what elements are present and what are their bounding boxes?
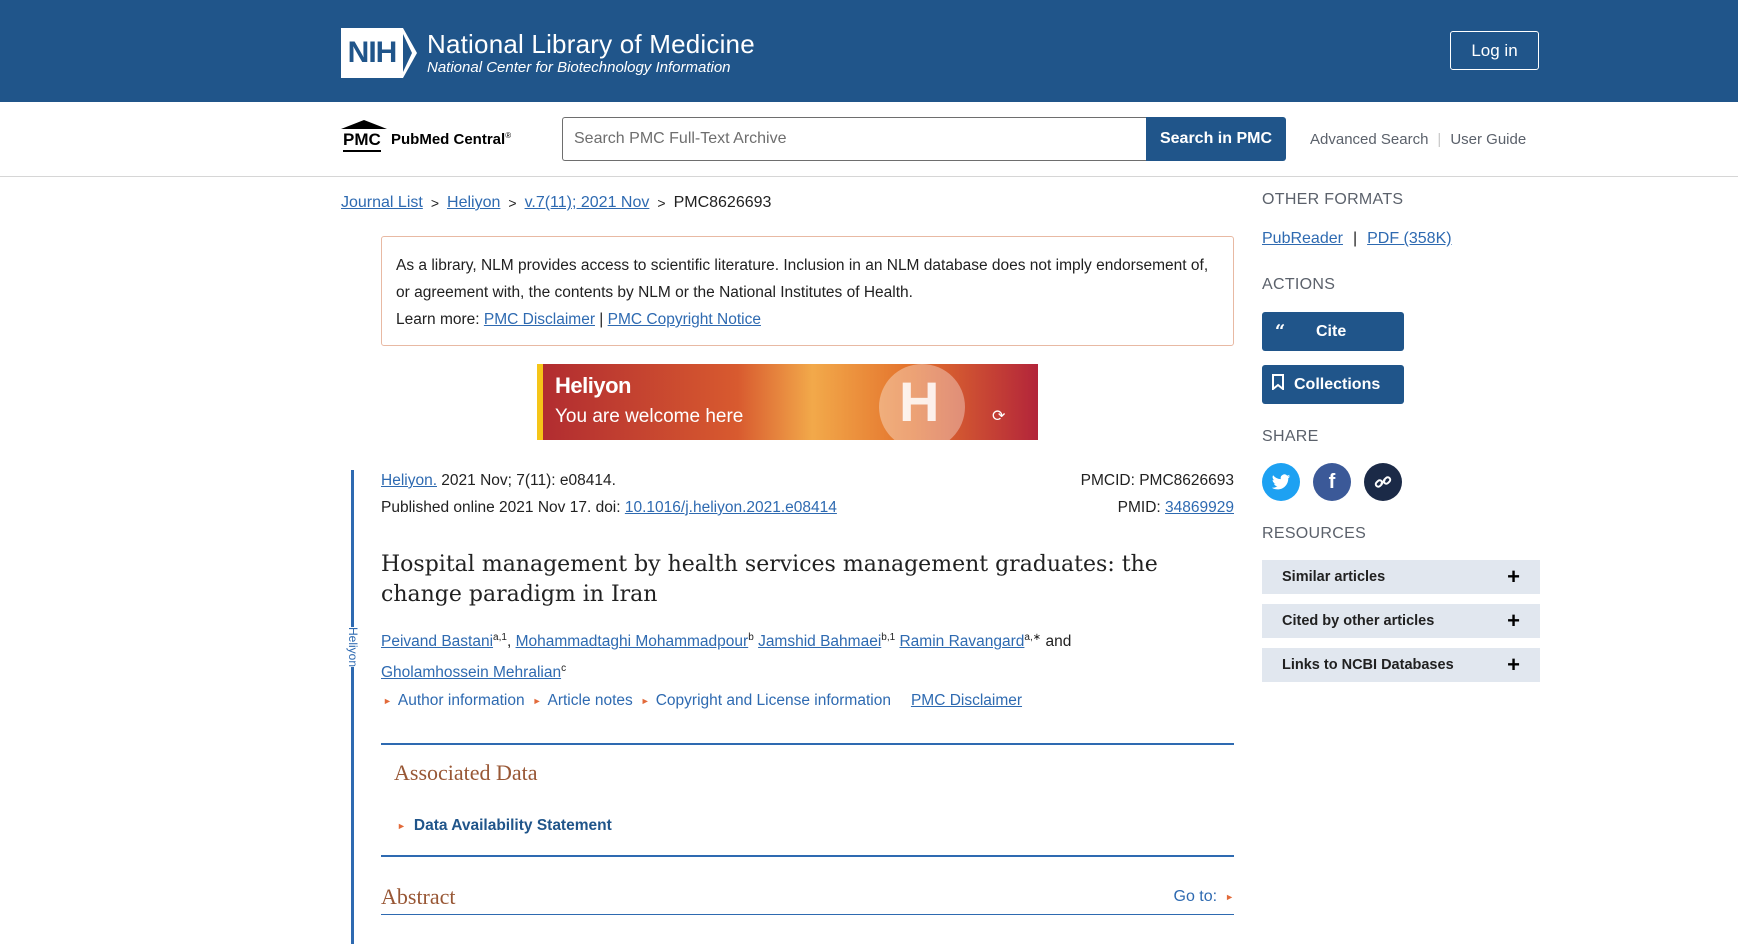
article-notes-toggle[interactable]: Article notes bbox=[548, 692, 633, 710]
pdf-link[interactable]: PDF (358K) bbox=[1367, 230, 1451, 248]
resources-heading: RESOURCES bbox=[1262, 525, 1367, 542]
breadcrumb-heliyon[interactable]: Heliyon bbox=[447, 194, 500, 212]
goto-triangle-icon: ► bbox=[1225, 892, 1234, 902]
pubreader-link[interactable]: PubReader bbox=[1262, 230, 1343, 248]
user-guide-link[interactable]: User Guide bbox=[1450, 131, 1526, 148]
banner-h-logo: H bbox=[899, 370, 940, 433]
cellpress-icon: ⟳ bbox=[992, 408, 1006, 425]
quote-icon: “ bbox=[1274, 321, 1286, 342]
author-link[interactable]: Jamshid Bahmaei bbox=[758, 633, 881, 650]
nih-badge-icon: NIH bbox=[341, 28, 419, 78]
pmcid: PMCID: PMC8626693 bbox=[1080, 472, 1234, 489]
journal-vertical-label: Heliyon bbox=[346, 627, 360, 668]
pmc-logo-name: PubMed Central® bbox=[391, 131, 512, 148]
cited-by-toggle[interactable]: Cited by other articles + bbox=[1262, 604, 1540, 638]
expand-triangle-icon: ► bbox=[640, 696, 650, 706]
meta-pmc-disclaimer-link[interactable]: PMC Disclaimer bbox=[911, 692, 1022, 710]
divider bbox=[381, 855, 1234, 857]
article-title: Hospital management by health services m… bbox=[381, 552, 1158, 607]
expand-triangle-icon: ► bbox=[397, 821, 406, 831]
copy-link-icon[interactable] bbox=[1364, 463, 1402, 501]
plus-icon: + bbox=[1507, 608, 1520, 633]
advanced-search-link[interactable]: Advanced Search bbox=[1310, 131, 1428, 148]
data-availability-toggle[interactable]: ► Data Availability Statement bbox=[397, 817, 612, 835]
learn-more-label: Learn more: bbox=[396, 311, 480, 328]
nih-header: NIH National Library of Medicine Nationa… bbox=[0, 0, 1738, 102]
bookmark-icon bbox=[1262, 374, 1294, 395]
ncbi-subtitle: National Center for Biotechnology Inform… bbox=[427, 59, 731, 76]
breadcrumb-journal-list[interactable]: Journal List bbox=[341, 194, 423, 212]
author-information-toggle[interactable]: Author information bbox=[398, 692, 525, 710]
expand-triangle-icon: ► bbox=[383, 696, 392, 706]
cite-button[interactable]: “ Cite bbox=[1262, 312, 1404, 351]
plus-icon: + bbox=[1507, 564, 1520, 589]
disclaimer-text: As a library, NLM provides access to sci… bbox=[396, 257, 1209, 301]
pmc-logo[interactable]: PMC PubMed Central® bbox=[341, 116, 511, 156]
search-button[interactable]: Search in PMC bbox=[1146, 117, 1286, 161]
article-meta-links: ► Author information ► Article notes ► C… bbox=[381, 692, 1022, 710]
breadcrumb-issue[interactable]: v.7(11); 2021 Nov bbox=[525, 194, 650, 212]
banner-title: Heliyon bbox=[555, 373, 631, 398]
abstract-divider bbox=[381, 914, 1234, 915]
banner-subtitle: You are welcome here bbox=[555, 406, 744, 427]
journal-link[interactable]: Heliyon. bbox=[381, 472, 437, 489]
published-line: Published online 2021 Nov 17. doi: 10.10… bbox=[381, 499, 837, 516]
search-links: Advanced Search | User Guide bbox=[1310, 131, 1527, 148]
pmc-copyright-link[interactable]: PMC Copyright Notice bbox=[608, 311, 761, 328]
abstract-heading: Abstract bbox=[381, 884, 456, 909]
author-link[interactable]: Mohammadtaghi Mohammadpour bbox=[516, 633, 749, 650]
author-link[interactable]: Peivand Bastani bbox=[381, 633, 493, 650]
author-list: Peivand Bastania,1, Mohammadtaghi Mohamm… bbox=[381, 632, 1072, 682]
other-formats-heading: OTHER FORMATS bbox=[1262, 191, 1404, 208]
author-link[interactable]: Ramin Ravangard bbox=[899, 633, 1024, 650]
pmc-search-bar: PMC PubMed Central® Search in PMC Advanc… bbox=[0, 102, 1738, 177]
pmc-building-icon: PMC bbox=[341, 120, 387, 156]
goto-menu[interactable]: Go to: ► bbox=[1174, 888, 1235, 906]
twitter-icon[interactable] bbox=[1262, 463, 1300, 501]
pmid-line: PMID: 34869929 bbox=[1117, 499, 1234, 516]
login-button[interactable]: Log in bbox=[1450, 31, 1539, 70]
facebook-icon[interactable]: f bbox=[1313, 463, 1351, 501]
nih-logo[interactable]: NIH National Library of Medicine Nationa… bbox=[341, 28, 755, 78]
breadcrumb: Journal List > Heliyon > v.7(11); 2021 N… bbox=[341, 194, 772, 212]
associated-data-heading: Associated Data bbox=[394, 760, 538, 785]
other-formats-links: PubReader | PDF (358K) bbox=[1262, 230, 1452, 248]
journal-sidebar-line bbox=[351, 470, 354, 944]
plus-icon: + bbox=[1507, 652, 1520, 677]
actions-heading: ACTIONS bbox=[1262, 276, 1336, 293]
collections-button[interactable]: Collections bbox=[1262, 365, 1404, 404]
citation-line: Heliyon. 2021 Nov; 7(11): e08414. bbox=[381, 472, 616, 489]
author-link[interactable]: Gholamhossein Mehralian bbox=[381, 664, 561, 681]
nlm-title: National Library of Medicine bbox=[427, 29, 755, 59]
doi-link[interactable]: 10.1016/j.heliyon.2021.e08414 bbox=[625, 499, 837, 516]
expand-triangle-icon: ► bbox=[532, 696, 542, 706]
breadcrumb-current: PMC8626693 bbox=[673, 194, 772, 211]
nlm-disclaimer-box: As a library, NLM provides access to sci… bbox=[381, 236, 1234, 346]
divider bbox=[381, 743, 1234, 745]
copyright-toggle[interactable]: Copyright and License information bbox=[656, 692, 891, 710]
search-input[interactable] bbox=[562, 117, 1146, 161]
similar-articles-toggle[interactable]: Similar articles + bbox=[1262, 560, 1540, 594]
share-heading: SHARE bbox=[1262, 428, 1319, 445]
heliyon-banner[interactable]: H Heliyon You are welcome here ⟳ bbox=[537, 364, 1038, 440]
pmid-link[interactable]: 34869929 bbox=[1165, 499, 1234, 516]
pmc-disclaimer-link[interactable]: PMC Disclaimer bbox=[484, 311, 595, 328]
ncbi-links-toggle[interactable]: Links to NCBI Databases + bbox=[1262, 648, 1540, 682]
nih-badge-text: NIH bbox=[341, 28, 403, 78]
